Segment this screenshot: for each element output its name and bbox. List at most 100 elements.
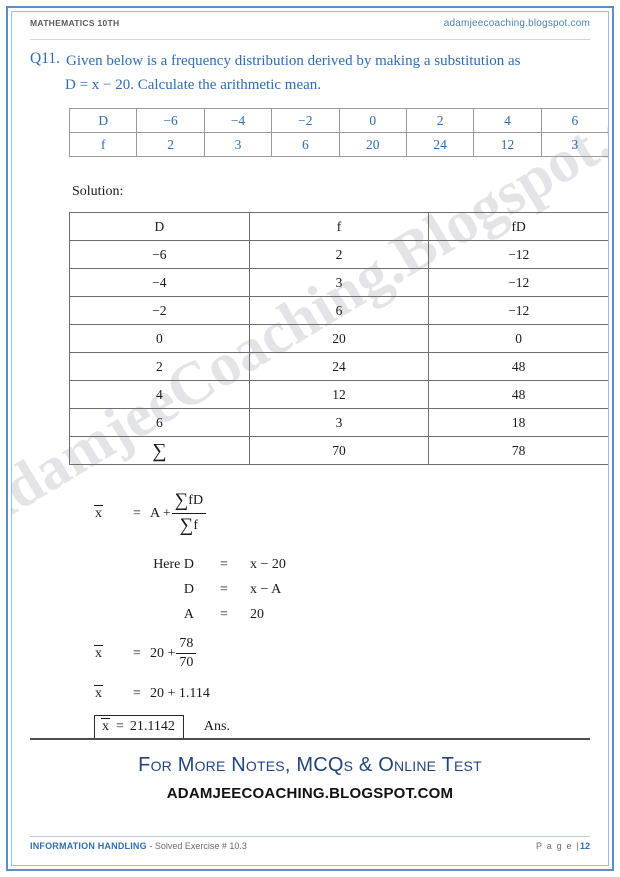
solution-label: Solution: bbox=[72, 184, 124, 199]
cell-d-4: 0 bbox=[338, 108, 407, 133]
definition-label: A bbox=[183, 606, 194, 622]
cell-d-1: −6 bbox=[136, 108, 205, 133]
footer-page: P a g e |12 bbox=[536, 841, 590, 851]
definition-value: 20 bbox=[250, 606, 264, 622]
table-row: D −6 −4 −2 0 2 4 6 bbox=[68, 108, 608, 133]
table-row: 0 20 0 bbox=[69, 324, 608, 353]
header-subject: Mathematics 10th bbox=[30, 18, 120, 28]
page-frame-inner: AdamjeeCoaching.Blogspot.com Mathematics… bbox=[11, 11, 609, 866]
page-number: 12 bbox=[579, 841, 590, 851]
denominator-term: f bbox=[193, 518, 198, 533]
question-number: Q11. bbox=[30, 50, 60, 67]
page-label: P a g e | bbox=[535, 841, 580, 851]
table-row: −4 3 −12 bbox=[69, 268, 608, 297]
question-text-line1: Given below is a frequency distribution … bbox=[66, 53, 521, 69]
cell-fd: −12 bbox=[428, 268, 608, 297]
page-footer-bar: INFORMATION HANDLING - Solved Exercise #… bbox=[30, 836, 590, 851]
cell-d: −2 bbox=[69, 296, 250, 325]
cell-f-2: 3 bbox=[203, 132, 273, 157]
promo-headline: For More Notes, MCQs & Online Test bbox=[138, 754, 482, 776]
mean-decimal-equation: x = 20 + 1.114 bbox=[94, 685, 210, 702]
equals-sign: = bbox=[220, 556, 228, 572]
cell-fd: 0 bbox=[428, 324, 608, 353]
equals-sign: = bbox=[220, 606, 228, 622]
cell-f: 24 bbox=[248, 352, 430, 381]
table-row: 6 3 18 bbox=[69, 408, 608, 437]
cell-d: 6 bbox=[69, 408, 250, 437]
equals-sign: = bbox=[133, 505, 141, 521]
page-frame-outer: AdamjeeCoaching.Blogspot.com Mathematics… bbox=[6, 6, 614, 871]
cell-fd: 18 bbox=[428, 408, 608, 437]
mean-formula: x = A + ∑fD ∑f bbox=[94, 490, 207, 537]
cell-f: 20 bbox=[248, 324, 430, 353]
cell-fd: 48 bbox=[428, 380, 608, 409]
decimal-expression: 20 + 1.114 bbox=[150, 685, 210, 701]
fraction-denominator: ∑f bbox=[177, 514, 201, 537]
equals-sign: = bbox=[133, 685, 141, 701]
final-answer-row: x = 21.1142 Ans. bbox=[94, 715, 230, 739]
answer-value: 21.1142 bbox=[129, 718, 175, 734]
cell-fd: −12 bbox=[428, 240, 608, 269]
header-site-url: adamjeecoaching.blogspot.com bbox=[443, 18, 590, 29]
definition-label: D bbox=[183, 581, 194, 597]
definition-row: Here D = x − 20 bbox=[122, 552, 350, 577]
cell-f-6: 12 bbox=[473, 132, 542, 157]
answer-label: Ans. bbox=[203, 719, 230, 734]
cell-d-7: 6 bbox=[540, 108, 608, 133]
assumed-mean-term: A + bbox=[150, 505, 171, 521]
fraction-numerator: ∑fD bbox=[171, 490, 207, 514]
fraction-numerator: 78 bbox=[176, 636, 197, 654]
header-d: D bbox=[69, 212, 250, 241]
header-f: f bbox=[248, 212, 430, 241]
page-content: Mathematics 10th adamjeecoaching.blogspo… bbox=[12, 12, 608, 865]
question-block: Q11. Given below is a frequency distribu… bbox=[30, 50, 594, 98]
table-header-row: D f fD bbox=[69, 212, 608, 241]
numeric-fraction: 78 70 bbox=[176, 636, 197, 671]
cell-d: −4 bbox=[69, 268, 250, 297]
footer-left: INFORMATION HANDLING - Solved Exercise #… bbox=[30, 841, 247, 851]
total-fd: 78 bbox=[428, 436, 608, 465]
cell-d-5: 2 bbox=[405, 108, 475, 133]
running-header: Mathematics 10th adamjeecoaching.blogspo… bbox=[30, 18, 590, 40]
promo-footer: For More Notes, MCQs & Online Test ADAMJ… bbox=[30, 738, 590, 802]
answer-box: x = 21.1142 bbox=[94, 715, 184, 739]
question-text-line2: D = x − 20. Calculate the arithmetic mea… bbox=[65, 77, 322, 94]
cell-f: 2 bbox=[248, 240, 430, 269]
cell-d: 4 bbox=[69, 380, 250, 409]
table-row: f 2 3 6 20 24 12 3 bbox=[68, 132, 608, 157]
cell-f-3: 6 bbox=[271, 132, 340, 157]
cell-f-5: 24 bbox=[405, 132, 475, 157]
cell-d-6: 4 bbox=[473, 108, 542, 133]
substitution-definitions: Here D = x − 20 D = x − A A = 20 bbox=[122, 552, 350, 627]
table-row: −6 2 −12 bbox=[69, 240, 608, 269]
definition-label: Here D bbox=[153, 556, 194, 572]
footer-exercise: - Solved Exercise # 10.3 bbox=[149, 841, 247, 851]
xbar-symbol: x bbox=[101, 718, 110, 734]
question-first-line: Q11. Given below is a frequency distribu… bbox=[30, 50, 594, 73]
cell-f-4: 20 bbox=[338, 132, 407, 157]
table-row: 2 24 48 bbox=[69, 352, 608, 381]
definition-row: D = x − A bbox=[122, 577, 350, 602]
equals-sign: = bbox=[116, 718, 124, 734]
cell-fd: −12 bbox=[428, 296, 608, 325]
table-row: −2 6 −12 bbox=[69, 296, 608, 325]
cell-f: 3 bbox=[248, 408, 430, 437]
promo-site-url: ADAMJEECOACHING.BLOGSPOT.COM bbox=[166, 785, 454, 802]
xbar-symbol: x bbox=[94, 685, 103, 701]
total-f: 70 bbox=[248, 436, 430, 465]
definition-value: x − 20 bbox=[250, 556, 286, 572]
numerator-term: fD bbox=[188, 493, 204, 508]
fraction-denominator: 70 bbox=[179, 655, 194, 670]
table-total-row: ∑ 70 78 bbox=[69, 436, 608, 465]
footer-chapter: INFORMATION HANDLING bbox=[30, 841, 147, 851]
cell-d: 0 bbox=[69, 324, 250, 353]
cell-f-label: f bbox=[68, 132, 138, 157]
question-data-table: D −6 −4 −2 0 2 4 6 f 2 3 6 20 24 12 3 bbox=[68, 108, 608, 157]
cell-f: 3 bbox=[248, 268, 430, 297]
xbar-symbol: x bbox=[94, 505, 103, 521]
xbar-symbol: x bbox=[94, 645, 103, 661]
assumed-mean-value: 20 + bbox=[150, 645, 176, 661]
equals-sign: = bbox=[133, 645, 141, 661]
definition-row: A = 20 bbox=[122, 602, 350, 627]
sigma-icon: ∑ bbox=[179, 515, 194, 536]
